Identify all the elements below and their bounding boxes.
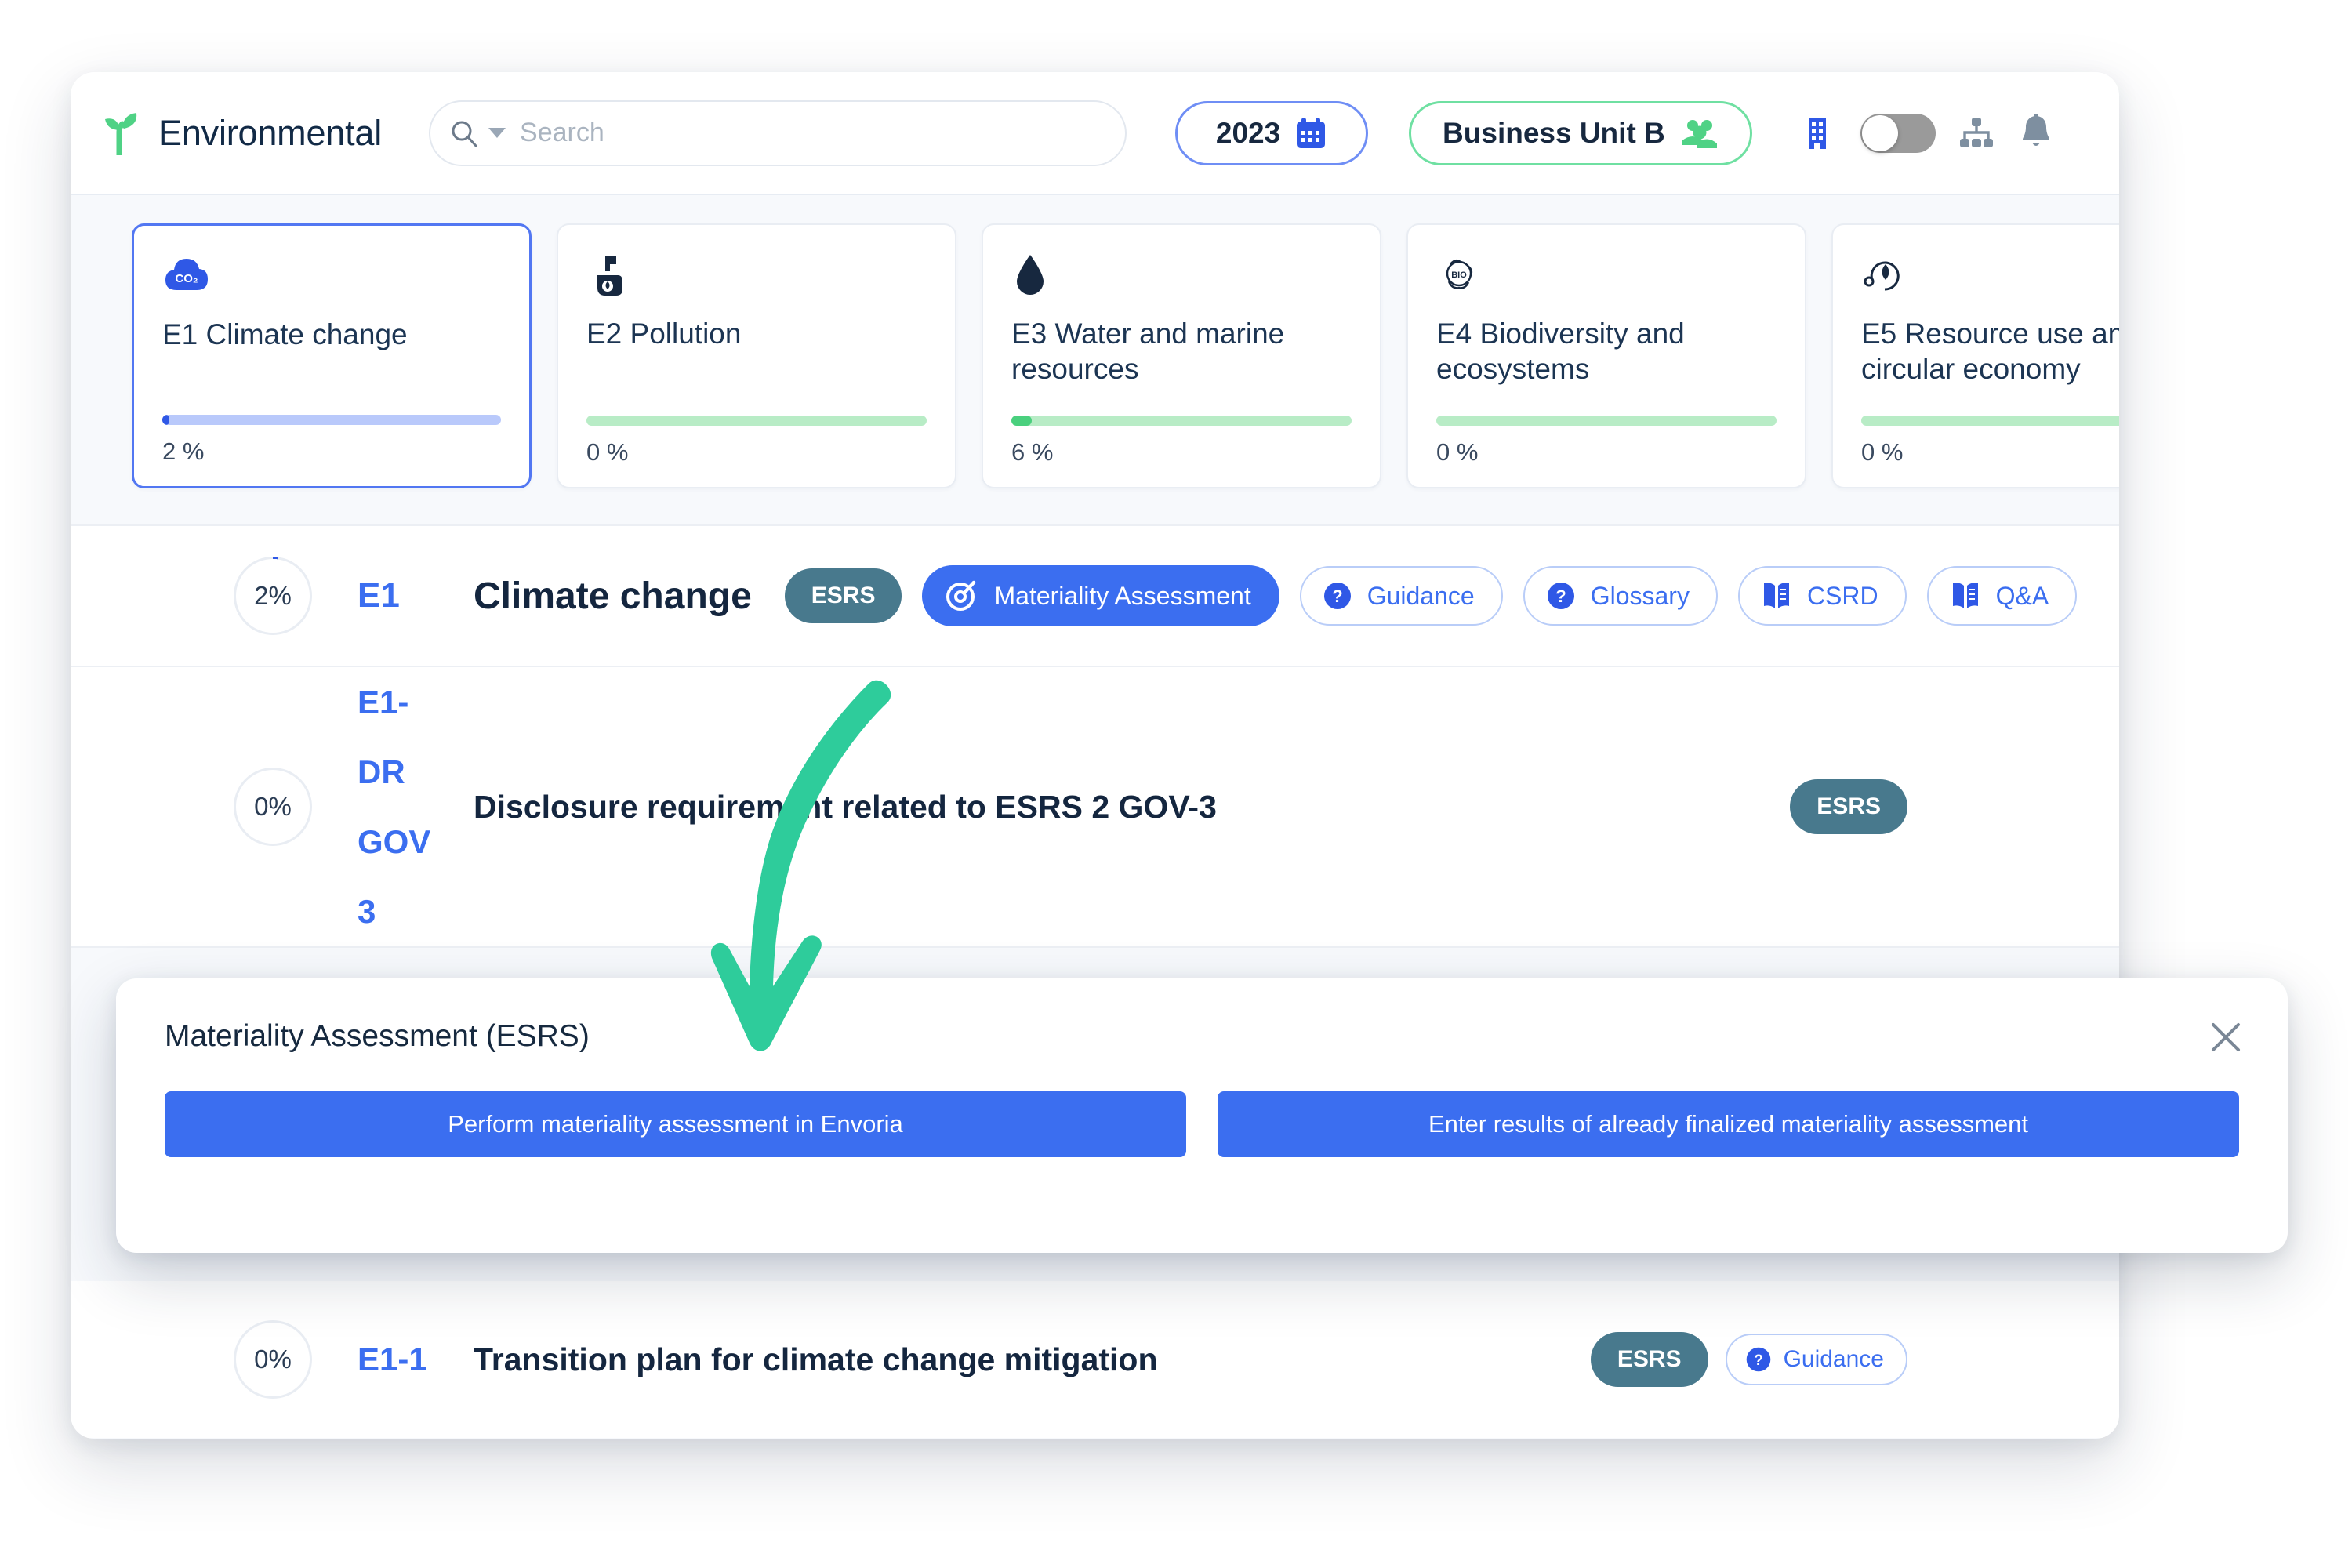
brand[interactable]: Environmental (99, 111, 382, 155)
topic-progress-bar (1011, 416, 1352, 426)
divider (71, 946, 2119, 949)
row-progress-label: 0% (254, 1345, 292, 1374)
header-tools (1802, 113, 2055, 154)
row-code: E1-DR GOV 3 (358, 684, 431, 931)
table-row[interactable]: 0% E1-DR GOV 3 Disclosure requirement re… (71, 667, 2119, 947)
topic-card-label: E5 Resource use and circular economy (1861, 318, 2119, 386)
book-icon (1952, 583, 1978, 608)
topic-progress-bar (162, 415, 501, 425)
topic-cards-strip: CO₂ E1 Climate change 2 % E2 Pollution 0… (71, 195, 2119, 524)
svg-text:?: ? (1754, 1352, 1763, 1369)
question-circle-icon: ? (1746, 1347, 1770, 1372)
row-progress-ring: 0% (234, 768, 312, 847)
topic-card-e2[interactable]: E2 Pollution 0 % (557, 223, 956, 488)
topic-progress-bar (1861, 416, 2119, 426)
search-input[interactable] (520, 101, 1107, 165)
guidance-button[interactable]: ? Guidance (1725, 1334, 1907, 1385)
badge-esrs: ESRS (1790, 779, 1907, 835)
section-progress-label: 2% (254, 581, 292, 610)
resource-circular-icon (1861, 252, 2119, 302)
section-title: Climate change (474, 575, 752, 617)
section-code: E1 (358, 576, 400, 615)
modal-actions: Perform materiality assessment in Envori… (165, 1091, 2239, 1157)
app-header: Environmental 2023 (71, 72, 2119, 195)
sprout-icon (105, 112, 137, 155)
glossary-label: Glossary (1590, 581, 1690, 610)
topic-card-e3[interactable]: E3 Water and marine resources 6 % (982, 223, 1381, 488)
row-code: E1-1 (358, 1340, 427, 1377)
biodiversity-icon: BIO (1436, 252, 1777, 302)
people-icon (1682, 119, 1717, 148)
pollution-factory-icon (586, 252, 927, 302)
row-badges: ESRS ? Guidance (1590, 1332, 1907, 1387)
section-progress-ring: 2% (234, 557, 312, 635)
materiality-assessment-button[interactable]: Materiality Assessment (922, 565, 1279, 626)
section-e1: 2% E1 Climate change ESRS Materiality As… (71, 524, 2119, 949)
co2-cloud-icon: CO₂ (162, 252, 501, 303)
topic-progress-label: 0 % (586, 438, 629, 466)
org-chart-icon[interactable] (1958, 115, 1995, 151)
building-icon[interactable] (1802, 113, 1838, 154)
row-progress-label: 0% (254, 792, 292, 822)
topic-card-e5[interactable]: E5 Resource use and circular economy 0 % (1831, 223, 2119, 488)
svg-text:?: ? (1332, 586, 1342, 606)
section-badges: ESRS Materiality Assessment ? Guidance ?… (784, 565, 2078, 626)
materiality-assessment-label: Materiality Assessment (994, 581, 1251, 610)
guidance-button[interactable]: ? Guidance (1299, 566, 1503, 626)
row-progress-ring: 0% (234, 1320, 312, 1399)
modal-title: Materiality Assessment (ESRS) (165, 1019, 590, 1053)
target-icon (946, 580, 976, 611)
materiality-assessment-modal: Materiality Assessment (ESRS) Perform ma… (116, 978, 2288, 1253)
topic-card-label: E1 Climate change (162, 318, 408, 350)
search-bar[interactable] (429, 100, 1127, 166)
row-title: Transition plan for climate change mitig… (474, 1341, 1158, 1377)
chevron-down-icon[interactable] (488, 128, 506, 138)
brand-title: Environmental (158, 112, 383, 153)
csrd-button[interactable]: CSRD (1737, 566, 1907, 626)
svg-text:CO₂: CO₂ (175, 272, 198, 285)
guidance-label: Guidance (1783, 1346, 1884, 1372)
topic-progress-bar (586, 416, 927, 426)
toggle-knob (1861, 114, 1898, 151)
row-badges: ESRS (1790, 779, 1907, 835)
year-selector[interactable]: 2023 (1175, 100, 1369, 165)
business-unit-selector[interactable]: Business Unit B (1409, 100, 1752, 165)
topic-progress-label: 0 % (1436, 438, 1479, 466)
search-icon (452, 121, 477, 147)
badge-esrs: ESRS (1590, 1332, 1708, 1387)
topic-card-label: E3 Water and marine resources (1011, 318, 1285, 386)
water-drop-icon (1011, 252, 1352, 302)
topic-progress-label: 6 % (1011, 438, 1054, 466)
qa-button[interactable]: Q&A (1926, 566, 2078, 626)
glossary-button[interactable]: ? Glossary (1523, 566, 1718, 626)
enter-results-button[interactable]: Enter results of already finalized mater… (1218, 1091, 2239, 1157)
book-icon (1763, 583, 1789, 608)
guidance-label: Guidance (1367, 581, 1475, 610)
badge-esrs: ESRS (784, 568, 902, 623)
perform-materiality-assessment-button[interactable]: Perform materiality assessment in Envori… (165, 1091, 1186, 1157)
csrd-label: CSRD (1806, 581, 1878, 610)
table-row[interactable]: 0% E1-1 Transition plan for climate chan… (71, 1281, 2119, 1438)
close-icon[interactable] (2208, 1019, 2244, 1055)
bell-icon[interactable] (2017, 113, 2055, 154)
question-circle-icon: ? (1547, 583, 1574, 609)
section-header: 2% E1 Climate change ESRS Materiality As… (71, 526, 2119, 666)
topic-progress-label: 0 % (1861, 438, 1904, 466)
view-toggle-switch[interactable] (1860, 113, 1936, 153)
row-title: Disclosure requirement related to ESRS 2… (474, 788, 1217, 825)
topic-progress-label: 2 % (162, 437, 205, 465)
question-circle-icon: ? (1323, 583, 1351, 609)
calendar-icon (1297, 117, 1326, 148)
topic-card-e1[interactable]: CO₂ E1 Climate change 2 % (132, 223, 532, 488)
svg-text:BIO: BIO (1451, 270, 1467, 280)
qa-label: Q&A (1995, 581, 2049, 610)
topic-progress-bar (1436, 416, 1777, 426)
topic-card-label: E2 Pollution (586, 318, 742, 350)
business-unit-label: Business Unit B (1443, 116, 1665, 149)
topic-card-e4[interactable]: BIO E4 Biodiversity and ecosystems 0 % (1406, 223, 1806, 488)
year-label: 2023 (1215, 116, 1281, 149)
topic-card-label: E4 Biodiversity and ecosystems (1436, 318, 1685, 386)
screenshot-stage: Environmental 2023 (0, 0, 2352, 1568)
svg-text:?: ? (1555, 586, 1566, 606)
